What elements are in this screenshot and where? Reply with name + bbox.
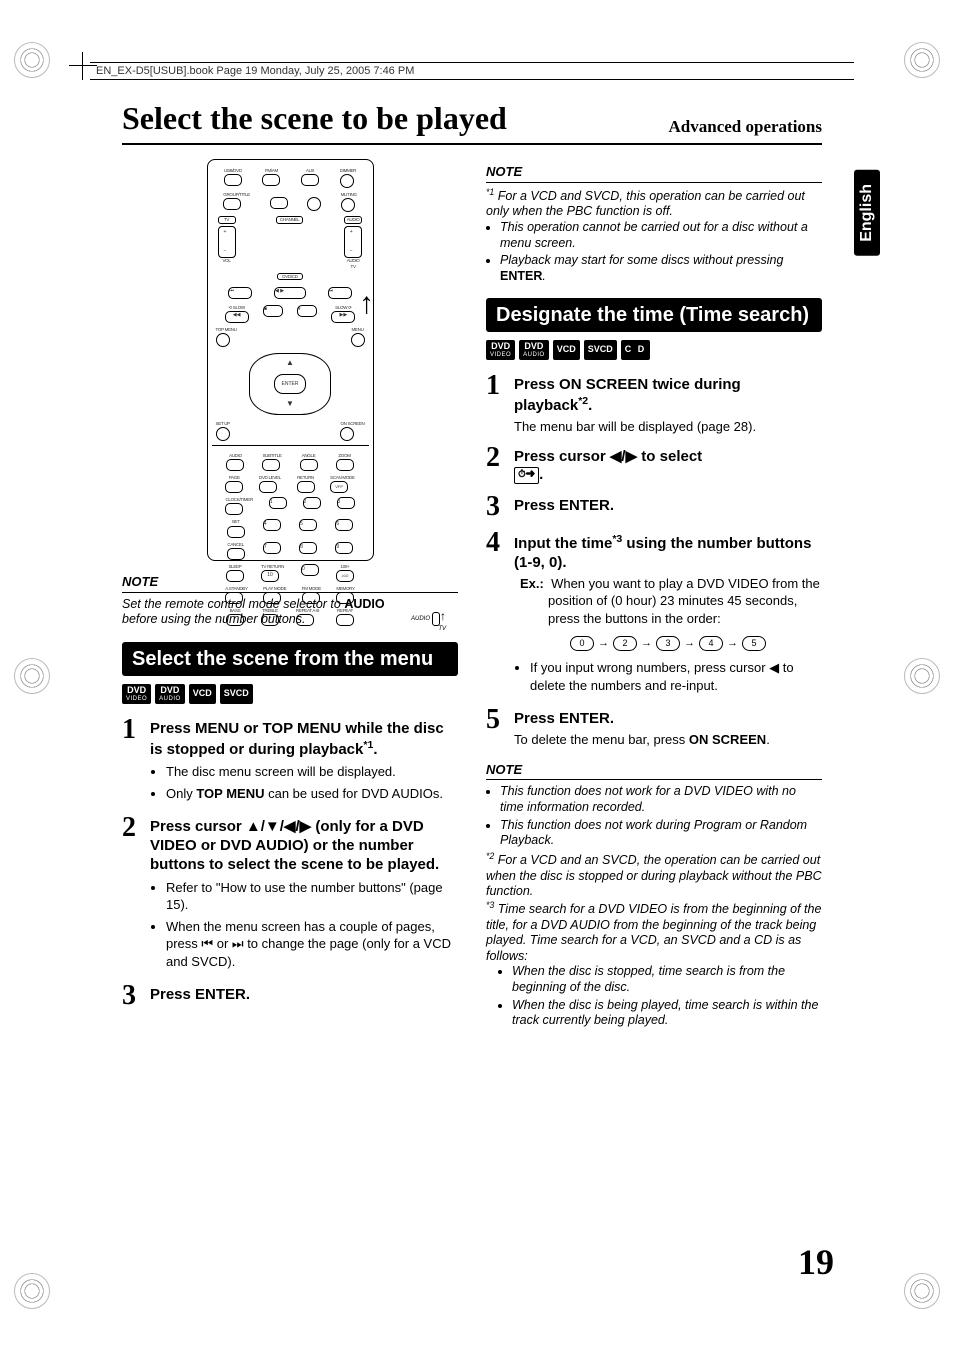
language-tab: English [854,170,880,256]
step-title: Press cursor ▲/▼/◀/▶ (only for a DVD VID… [150,818,458,874]
crop-mark-icon [904,658,940,694]
crop-mark-icon [904,42,940,78]
step-bullets: Refer to "How to use the number buttons"… [150,879,458,971]
step-title: Press ON SCREEN twice during playback*2. [514,376,822,416]
step-title: Press MENU or TOP MENU while the disc is… [150,720,458,760]
step-bullets: If you input wrong numbers, press cursor… [514,659,822,694]
format-chips: DVDVIDEO DVDAUDIO VCD SVCD [122,684,458,704]
mode-switch-icon: AUDIO↑ TV [411,610,446,631]
step-title: Press ENTER. [150,986,458,1005]
note-heading: NOTE [486,761,822,779]
step-number: 4 [486,529,514,557]
example-text: Ex.: When you want to play a DVD VIDEO f… [514,575,822,628]
page-number: 19 [798,1241,834,1283]
step-number: 1 [486,372,514,400]
note-text: Set the remote control mode selector to … [122,597,458,628]
step-number: 2 [486,444,514,472]
remote-control-diagram: USB/DVD FM/AM AUX DIMMER GROUP/TITLE MUT… [207,159,374,561]
crop-mark-icon [14,42,50,78]
section-heading: Select the scene from the menu [122,642,458,676]
crop-mark-icon [14,658,50,694]
note-text: *1 For a VCD and SVCD, this operation ca… [486,187,822,285]
format-chips: DVDVIDEO DVDAUDIO VCD SVCD C D [486,340,822,360]
page-title: Select the scene to be played [122,100,507,137]
step-number: 3 [122,982,150,1010]
step-text: To delete the menu bar, press ON SCREEN. [514,731,822,749]
page-subtitle: Advanced operations [669,117,822,137]
document-header: EN_EX-D5[USUB].book Page 19 Monday, July… [90,62,854,80]
step-number: 5 [486,706,514,734]
note-heading: NOTE [486,163,822,181]
step-bullets: The disc menu screen will be displayed. … [150,763,458,802]
time-goto-icon: ⏱➜ [514,467,539,484]
crop-mark-icon [14,1273,50,1309]
button-sequence: 0→2→3→4→5 [514,633,822,651]
step-number: 2 [122,814,150,842]
note-text: This function does not work for a DVD VI… [486,784,822,1029]
step-text: The menu bar will be displayed (page 28)… [514,418,822,436]
step-title: Press ENTER. [514,497,822,516]
step-title: Press cursor ◀/▶ to select ⏱➜. [514,448,822,486]
up-arrow-icon: ↑ [359,284,374,325]
step-title: Input the time*3 using the number button… [514,533,822,573]
crop-mark-icon [904,1273,940,1309]
step-number: 3 [486,493,514,521]
step-number: 1 [122,716,150,744]
step-title: Press ENTER. [514,710,822,729]
section-heading: Designate the time (Time search) [486,298,822,332]
